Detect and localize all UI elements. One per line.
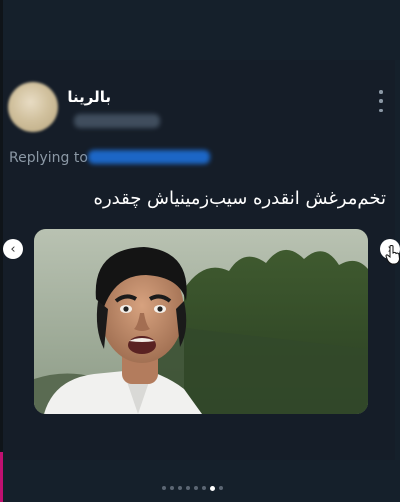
pagination-dot[interactable] bbox=[194, 486, 198, 490]
hand-pointer-icon bbox=[385, 245, 400, 265]
post-media-image[interactable] bbox=[34, 229, 368, 414]
pagination-dot[interactable] bbox=[170, 486, 174, 490]
chevron-left-icon: ‹ bbox=[10, 241, 16, 257]
post-text: تخم‌مرغش انقدره سیب‌زمینیاش چقدره bbox=[93, 188, 386, 209]
pagination-dot[interactable] bbox=[202, 486, 206, 490]
replying-to-handle-blurred[interactable] bbox=[88, 150, 210, 164]
replying-to-label: Replying to bbox=[9, 150, 88, 166]
carousel-pagination bbox=[162, 485, 223, 491]
username-blurred bbox=[74, 114, 160, 128]
more-options-button[interactable] bbox=[373, 90, 389, 112]
pagination-dot[interactable] bbox=[186, 486, 190, 490]
display-name[interactable]: بالرینا bbox=[67, 88, 111, 106]
pagination-dot[interactable] bbox=[210, 485, 215, 491]
pagination-dot[interactable] bbox=[219, 486, 223, 490]
carousel-prev-button[interactable]: ‹ bbox=[3, 239, 23, 259]
pagination-dot[interactable] bbox=[162, 486, 166, 490]
pagination-dot[interactable] bbox=[178, 486, 182, 490]
avatar[interactable] bbox=[8, 82, 58, 132]
media-illustration bbox=[34, 229, 368, 414]
more-vertical-icon bbox=[379, 90, 383, 94]
